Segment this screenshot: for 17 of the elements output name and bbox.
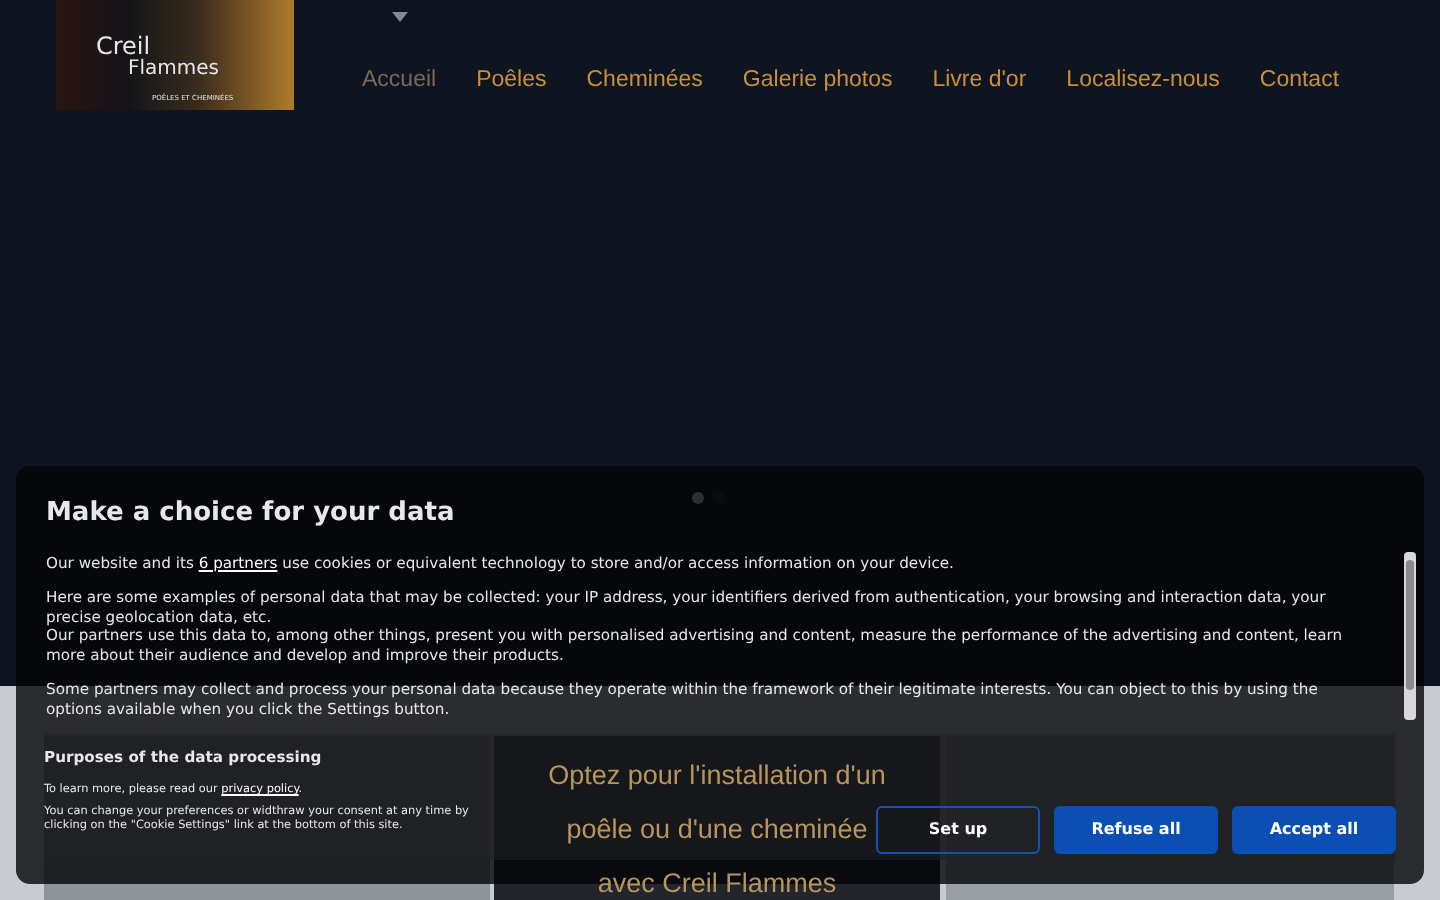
scrollbar[interactable] bbox=[1404, 552, 1416, 720]
logo-title: Creil bbox=[96, 34, 151, 58]
nav-link[interactable]: Accueil bbox=[342, 44, 457, 120]
nav-link[interactable]: Livre d'or bbox=[912, 44, 1047, 120]
caret-icon bbox=[391, 12, 408, 22]
nav-link[interactable]: Galerie photos bbox=[722, 44, 913, 120]
dialog-title: Make a choice for your data bbox=[46, 496, 457, 532]
nav-link[interactable]: Contact bbox=[1239, 44, 1360, 120]
nav-link[interactable]: Localisez-nous bbox=[1046, 44, 1240, 120]
hero-heading: Optez pour l'installation d'un bbox=[546, 758, 888, 794]
nav-link[interactable]: Cheminées bbox=[566, 44, 723, 120]
consent-button[interactable]: Refuse all bbox=[1054, 806, 1218, 854]
logo-title: Flammes bbox=[128, 60, 220, 80]
consent-button[interactable]: Set up bbox=[876, 806, 1040, 854]
nav-link[interactable]: Poêles bbox=[456, 44, 567, 120]
consent-button[interactable]: Accept all bbox=[1232, 806, 1396, 854]
hero-heading: avec Creil Flammes bbox=[595, 866, 839, 900]
